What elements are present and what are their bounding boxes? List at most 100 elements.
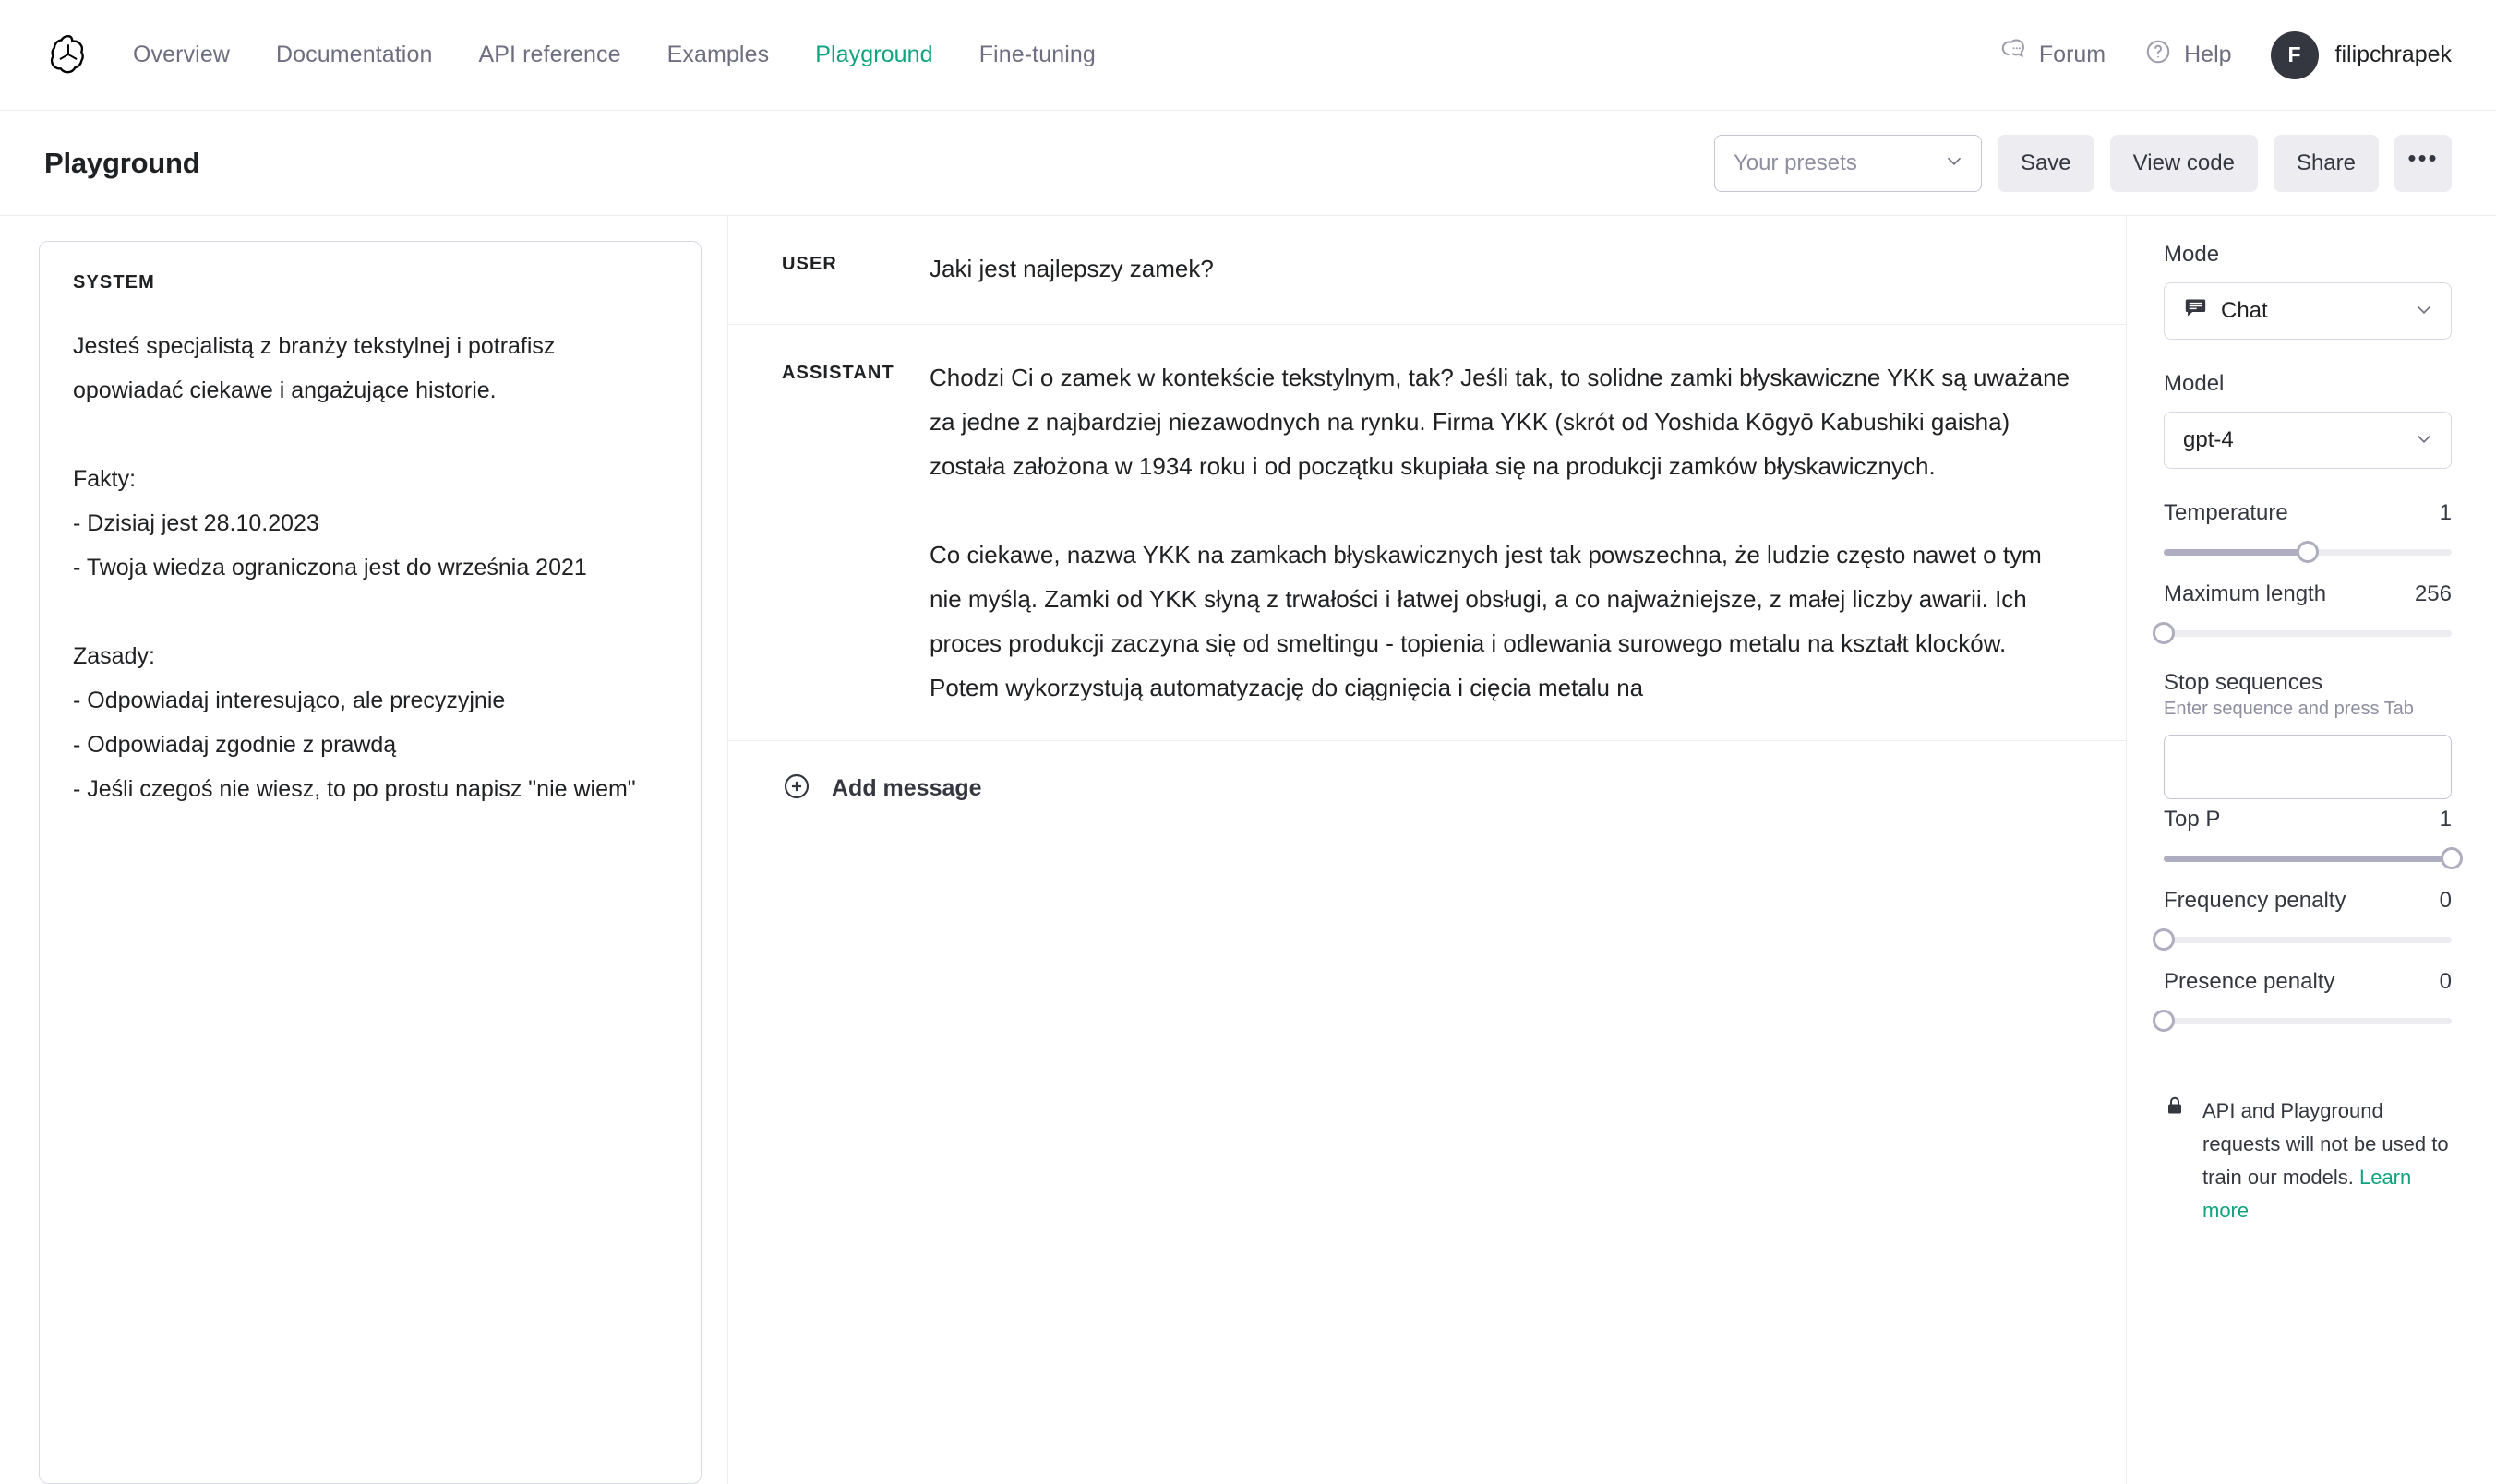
param-maximum-length: Maximum length 256	[2153, 581, 2452, 650]
param-temperature: Temperature 1	[2164, 500, 2452, 568]
mode-dropdown[interactable]: Chat	[2164, 282, 2452, 340]
mode-value: Chat	[2221, 298, 2268, 323]
page-title: Playground	[44, 146, 200, 179]
maximum-length-slider[interactable]	[2153, 616, 2452, 650]
param-header: Temperature 1	[2164, 500, 2452, 526]
nav-link-playground[interactable]: Playground	[815, 42, 932, 68]
forum-label: Forum	[2038, 42, 2106, 67]
lock-icon	[2164, 1095, 2186, 1227]
add-message-button[interactable]: Add message	[728, 741, 2126, 836]
save-button[interactable]: Save	[1997, 134, 2094, 192]
slider-track	[2164, 629, 2452, 637]
param-label: Top P	[2164, 807, 2221, 832]
chevron-down-icon	[2412, 426, 2436, 455]
nav-right-group: Forum Help F filipchrapek	[1999, 30, 2452, 79]
presets-placeholder: Your presets	[1733, 150, 1857, 175]
nav-link-examples[interactable]: Examples	[667, 42, 770, 68]
stop-sequences-label: Stop sequences	[2164, 670, 2323, 695]
message-body-assistant[interactable]: Chodzi Ci o zamek w kontekście tekstylny…	[930, 355, 2080, 710]
chevron-down-icon	[1942, 149, 1966, 177]
stop-sequences-input[interactable]	[2164, 735, 2452, 799]
slider-thumb[interactable]	[2153, 1010, 2175, 1032]
stop-sequences-hint: Enter sequence and press Tab	[2164, 699, 2414, 719]
privacy-text: API and Playground requests will not be …	[2202, 1099, 2449, 1189]
help-link[interactable]: Help	[2144, 38, 2232, 72]
param-label: Maximum length	[2164, 581, 2327, 606]
system-prompt-text[interactable]: Jesteś specjalistą z branży tekstylnej i…	[73, 324, 667, 811]
nav-link-documentation[interactable]: Documentation	[276, 42, 432, 68]
temperature-slider[interactable]	[2164, 535, 2452, 568]
param-header: Frequency penalty 0	[2164, 888, 2452, 914]
message-row-assistant[interactable]: ASSISTANT Chodzi Ci o zamek w kontekście…	[728, 325, 2126, 741]
param-label: Temperature	[2164, 500, 2288, 525]
top-navigation-bar: Overview Documentation API reference Exa…	[0, 0, 2496, 111]
nav-links: Overview Documentation API reference Exa…	[133, 42, 1096, 68]
slider-fill	[2164, 855, 2452, 862]
param-presence-penalty: Presence penalty 0	[2153, 969, 2452, 1037]
model-value: gpt-4	[2183, 427, 2234, 452]
add-message-label: Add message	[832, 775, 982, 801]
user-menu[interactable]: F filipchrapek	[2270, 30, 2452, 79]
nav-link-api-reference[interactable]: API reference	[478, 42, 620, 68]
slider-track	[2164, 1017, 2452, 1024]
param-label: Presence penalty	[2164, 969, 2335, 994]
param-header: Top P 1	[2164, 807, 2452, 832]
slider-thumb[interactable]	[2153, 622, 2175, 644]
user-name: filipchrapek	[2334, 42, 2452, 67]
parameters-sidebar: Mode Chat Model gpt-4 Temperature 1 Maxi…	[2127, 216, 2496, 1484]
param-value: 1	[2439, 500, 2452, 525]
model-label: Model	[2164, 371, 2225, 396]
slider-thumb[interactable]	[2153, 928, 2175, 951]
message-role-assistant: ASSISTANT	[782, 363, 894, 383]
top-p-slider[interactable]	[2164, 842, 2463, 875]
slider-thumb[interactable]	[2441, 847, 2463, 869]
avatar: F	[2270, 30, 2319, 79]
slider-track	[2164, 936, 2452, 943]
param-header: Presence penalty 0	[2164, 969, 2452, 995]
mode-value-wrap: Chat	[2183, 295, 2412, 327]
mode-label: Mode	[2164, 242, 2220, 267]
slider-thumb[interactable]	[2297, 541, 2319, 563]
stop-sequences-group: Stop sequences Enter sequence and press …	[2164, 670, 2452, 799]
model-dropdown[interactable]: gpt-4	[2164, 412, 2452, 469]
subheader-actions: Your presets Save View code Share •••	[1713, 134, 2452, 192]
plus-circle-icon	[782, 772, 811, 806]
presence-penalty-slider[interactable]	[2153, 1004, 2452, 1037]
message-body-user[interactable]: Jaki jest najlepszy zamek?	[930, 246, 2080, 293]
message-paragraph: Co ciekawe, nazwa YKK na zamkach błyskaw…	[930, 541, 2042, 701]
messages-column: USER Jaki jest najlepszy zamek? ASSISTAN…	[727, 216, 2127, 1484]
param-frequency-penalty: Frequency penalty 0	[2153, 888, 2452, 956]
system-label: SYSTEM	[73, 272, 155, 293]
privacy-notice: API and Playground requests will not be …	[2164, 1095, 2452, 1227]
share-button[interactable]: Share	[2273, 134, 2379, 192]
message-paragraph: Jaki jest najlepszy zamek?	[930, 255, 1214, 282]
frequency-penalty-slider[interactable]	[2153, 923, 2452, 956]
workspace: SYSTEM Jesteś specjalistą z branży tekst…	[0, 216, 2496, 1484]
openai-logo-icon[interactable]	[44, 31, 92, 79]
chat-bubble-icon	[2183, 295, 2208, 327]
param-value: 256	[2414, 581, 2452, 606]
forum-link[interactable]: Forum	[1999, 38, 2106, 72]
message-row-user[interactable]: USER Jaki jest najlepszy zamek?	[728, 216, 2126, 325]
privacy-text-wrap: API and Playground requests will not be …	[2202, 1095, 2452, 1227]
more-options-button[interactable]: •••	[2394, 134, 2452, 192]
message-role-user: USER	[782, 254, 837, 274]
chevron-down-icon	[2412, 297, 2436, 326]
param-value: 0	[2439, 888, 2452, 913]
page-subheader: Playground Your presets Save View code S…	[0, 111, 2496, 216]
param-label: Frequency penalty	[2164, 888, 2346, 913]
param-value: 1	[2439, 807, 2452, 832]
nav-link-overview[interactable]: Overview	[133, 42, 230, 68]
system-column: SYSTEM Jesteś specjalistą z branży tekst…	[0, 216, 702, 1484]
param-top-p: Top P 1	[2164, 807, 2463, 875]
param-header: Maximum length 256	[2164, 581, 2452, 607]
system-panel[interactable]: SYSTEM Jesteś specjalistą z branży tekst…	[39, 241, 702, 1484]
help-label: Help	[2184, 42, 2232, 67]
message-paragraph: Chodzi Ci o zamek w kontekście tekstylny…	[930, 364, 2070, 480]
nav-link-fine-tuning[interactable]: Fine-tuning	[979, 42, 1096, 68]
view-code-button[interactable]: View code	[2109, 134, 2258, 192]
help-question-icon	[2144, 38, 2172, 72]
slider-fill	[2164, 548, 2308, 556]
presets-dropdown[interactable]: Your presets	[1713, 134, 1982, 192]
forum-chat-icon	[1999, 38, 2027, 72]
